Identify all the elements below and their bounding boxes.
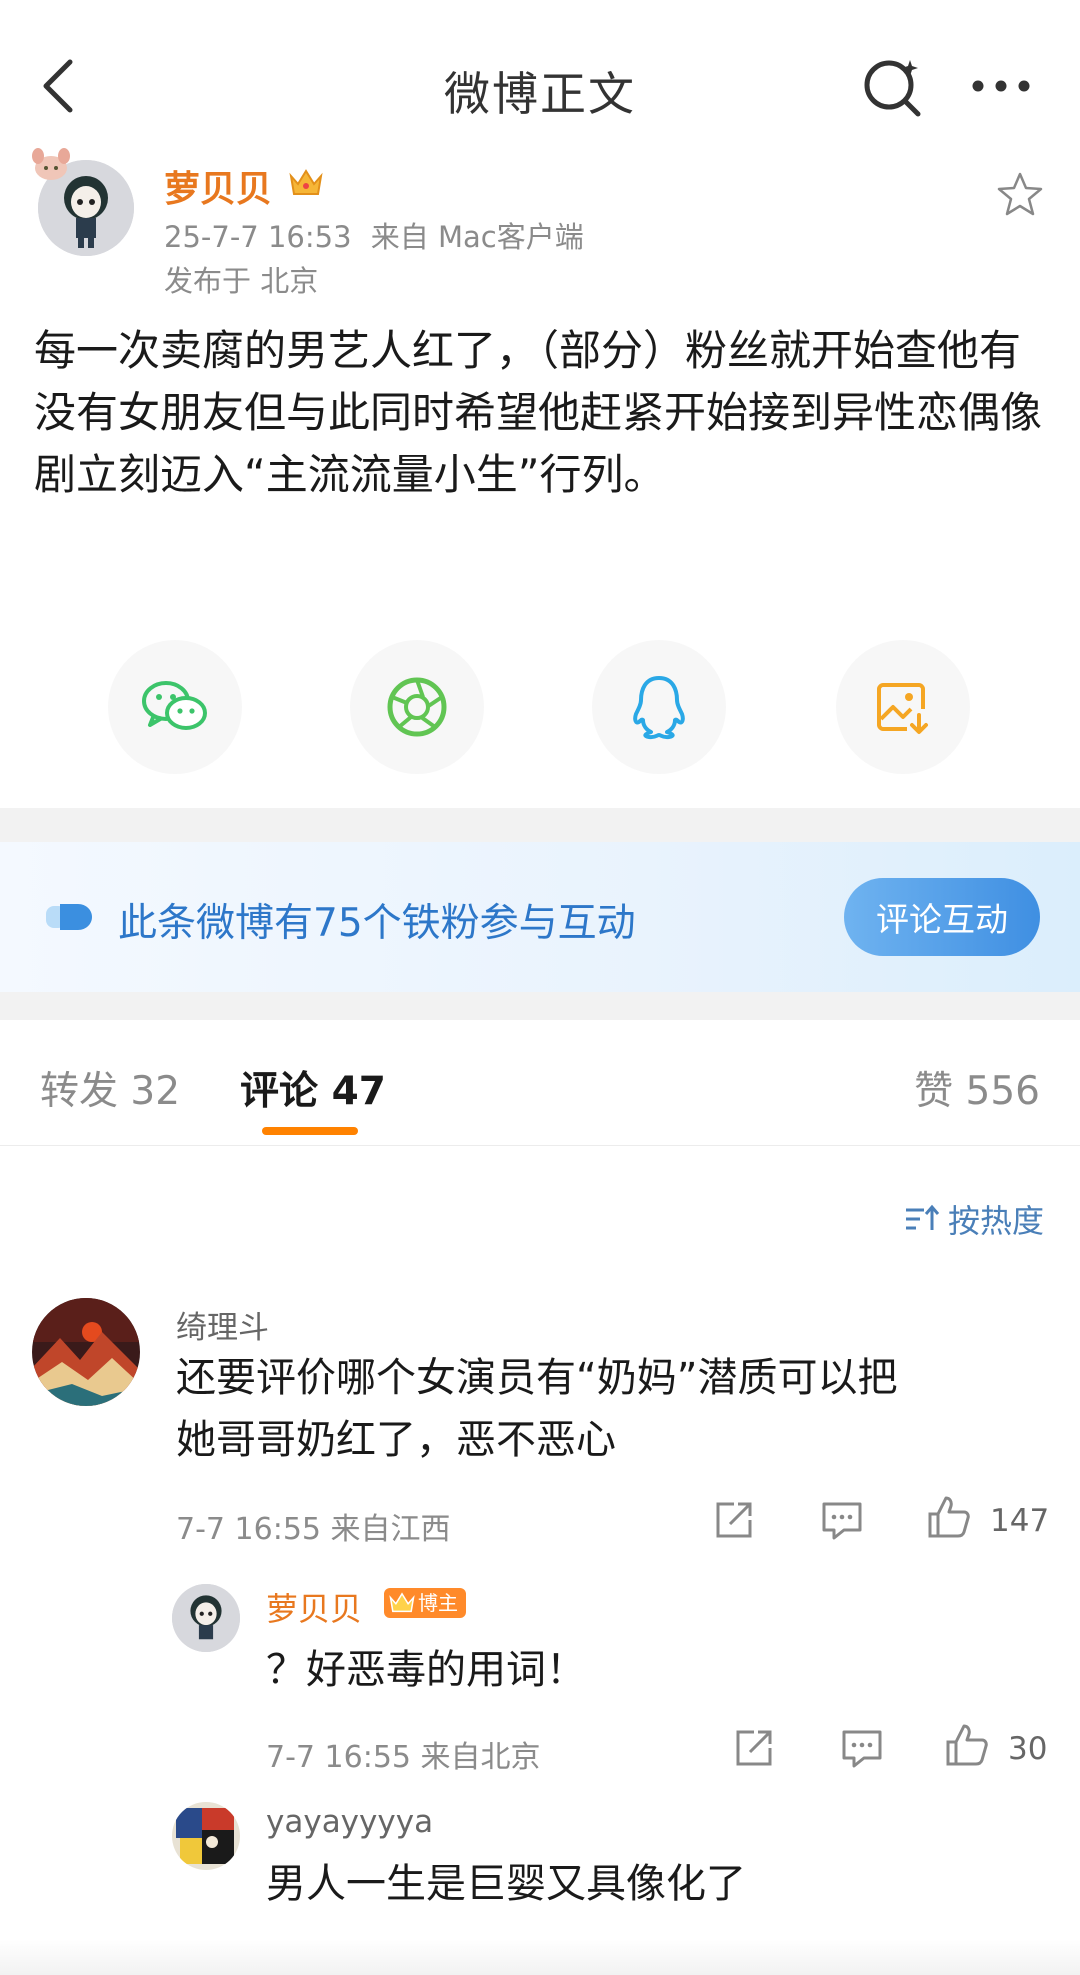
like-thumb-icon[interactable] bbox=[926, 1494, 970, 1538]
fans-banner-text: 此条微博有75个铁粉参与互动 bbox=[118, 901, 636, 946]
commenter-name[interactable]: 绮理斗 bbox=[176, 1302, 269, 1347]
reply-text: ？好恶毒的用词！ bbox=[266, 1647, 586, 1693]
reply-text: 男人一生是巨婴又具像化了 bbox=[266, 1861, 746, 1907]
save-image-icon bbox=[877, 683, 928, 734]
like-count: 147 bbox=[990, 1503, 1050, 1539]
post-body-text: 每一次卖腐的男艺人红了，（部分）粉丝就开始查他有没有女朋友但与此同时希望他赶紧开… bbox=[34, 326, 1043, 499]
active-tab-indicator bbox=[262, 1127, 358, 1135]
crown-icon bbox=[288, 166, 324, 200]
save-image-button[interactable] bbox=[836, 640, 970, 774]
reply-author-avatar[interactable] bbox=[172, 1584, 240, 1652]
comment-text-continued: 她哥哥奶红了，恶不恶心 bbox=[176, 1417, 616, 1463]
crown-icon bbox=[389, 1592, 415, 1613]
search-icon[interactable] bbox=[860, 54, 926, 120]
fans-interaction-banner[interactable]: 此条微博有75个铁粉参与互动 评论互动 bbox=[0, 842, 1080, 992]
tab-repost[interactable]: 转发 32 bbox=[40, 1060, 180, 1116]
commenter-avatar[interactable] bbox=[32, 1298, 140, 1406]
author-badge: 博主 bbox=[384, 1588, 466, 1618]
author-name[interactable]: 萝贝贝 bbox=[164, 160, 272, 212]
share-icon[interactable] bbox=[732, 1726, 776, 1770]
post-timestamp: 25-7-7 16:53 bbox=[164, 220, 352, 254]
like-thumb-icon[interactable] bbox=[944, 1722, 988, 1766]
moments-icon bbox=[387, 677, 447, 737]
qq-icon bbox=[633, 676, 685, 740]
reply-author-name[interactable]: yayayyyya bbox=[266, 1804, 433, 1840]
comment-interaction-button[interactable]: 评论互动 bbox=[844, 878, 1040, 956]
sort-icon bbox=[905, 1204, 940, 1230]
share-qq-button[interactable] bbox=[592, 640, 726, 774]
reply-meta: 7-7 16:55 来自北京 bbox=[266, 1740, 541, 1775]
favorite-star-icon[interactable] bbox=[996, 170, 1044, 218]
share-wechat-button[interactable] bbox=[108, 640, 242, 774]
comment-text: 还要评价哪个女演员有“奶妈”潜质可以把 bbox=[176, 1355, 898, 1401]
section-gap bbox=[0, 992, 1080, 1020]
bottom-fade bbox=[0, 1940, 1080, 1975]
author-badge-label: 博主 bbox=[418, 1591, 458, 1615]
comment-meta: 7-7 16:55 来自江西 bbox=[176, 1512, 451, 1547]
wechat-icon bbox=[142, 681, 207, 730]
reply-author-name[interactable]: 萝贝贝 bbox=[266, 1584, 362, 1630]
like-count: 30 bbox=[1008, 1731, 1048, 1767]
reply-icon[interactable] bbox=[840, 1726, 884, 1770]
more-options-icon[interactable] bbox=[966, 68, 1036, 104]
top-nav-bar: 微博正文 bbox=[0, 0, 1080, 150]
avatar-pendant-icon bbox=[26, 146, 76, 186]
weibo-post-page: 微博正文 萝贝贝 25-7-7 16:53 来自 Mac客户端 发布于 北京 每… bbox=[0, 0, 1080, 1975]
post-meta: 25-7-7 16:53 来自 Mac客户端 bbox=[164, 214, 584, 256]
post-source: 来自 Mac客户端 bbox=[370, 220, 584, 254]
sort-label: 按热度 bbox=[947, 1202, 1044, 1240]
tab-comment[interactable]: 评论 47 bbox=[240, 1060, 386, 1116]
share-icon[interactable] bbox=[712, 1498, 756, 1542]
tab-like[interactable]: 赞 556 bbox=[914, 1060, 1040, 1116]
post-location: 发布于 北京 bbox=[164, 264, 319, 298]
reply-icon[interactable] bbox=[820, 1498, 864, 1542]
reply-author-avatar[interactable] bbox=[172, 1802, 240, 1870]
fans-tag-icon bbox=[44, 900, 94, 934]
share-moments-button[interactable] bbox=[350, 640, 484, 774]
divider bbox=[0, 1145, 1080, 1146]
section-gap bbox=[0, 808, 1080, 842]
sort-by-hot-button[interactable]: 按热度 bbox=[904, 1196, 1044, 1242]
